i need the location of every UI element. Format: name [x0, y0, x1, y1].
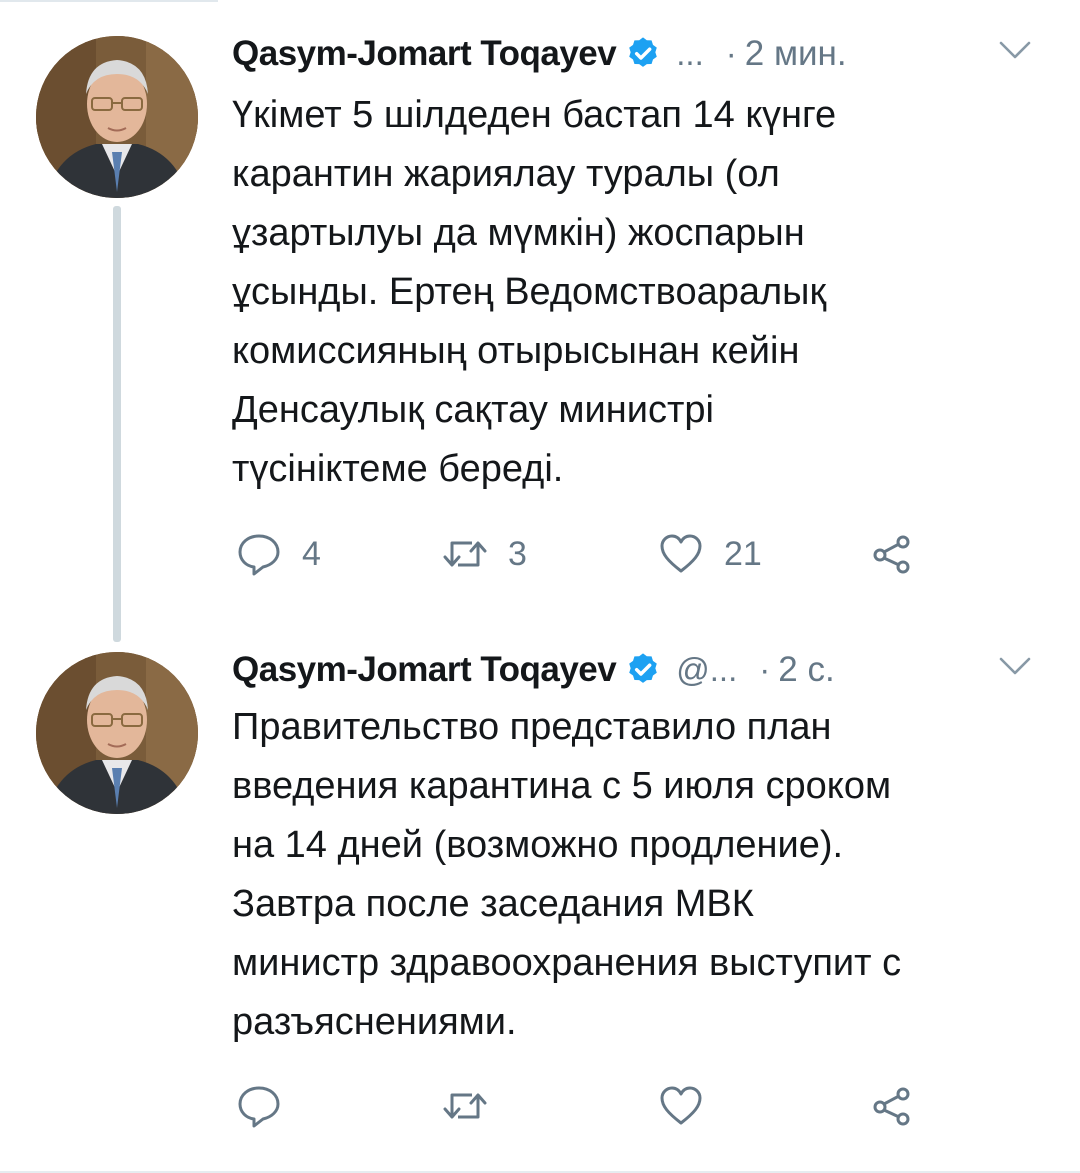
share-button[interactable] — [868, 1076, 914, 1136]
verified-badge-icon — [629, 653, 658, 683]
author-handle[interactable]: ... — [676, 35, 704, 73]
timestamp[interactable]: 2 с. — [778, 650, 834, 690]
reply-icon — [238, 1086, 280, 1128]
retweet-button[interactable] — [442, 1076, 508, 1136]
tweet[interactable]: Qasym-Jomart Toqayev ... · 2 мин. Үкімет… — [0, 0, 1080, 640]
reply-count: 4 — [302, 534, 321, 573]
share-icon — [873, 535, 910, 574]
retweet-button[interactable]: 3 — [442, 524, 527, 584]
tweet-text: Правительство представило план введения … — [232, 706, 902, 1043]
chevron-down-icon[interactable] — [998, 654, 1032, 678]
tweet-header: Qasym-Jomart Toqayev @... · 2 с. — [232, 650, 1052, 690]
author-name[interactable]: Qasym-Jomart Toqayev — [232, 650, 617, 690]
separator-dot: · — [725, 35, 737, 72]
retweet-count: 3 — [508, 534, 527, 573]
tweet-actions: 4 3 21 — [232, 524, 1032, 584]
reply-icon — [238, 534, 280, 576]
reply-button[interactable] — [236, 1076, 302, 1136]
timestamp[interactable]: 2 мин. — [745, 34, 847, 74]
separator-dot: · — [759, 651, 771, 688]
author-handle[interactable]: @... — [676, 651, 737, 689]
reply-button[interactable]: 4 — [236, 524, 321, 584]
tweet-text: Үкімет 5 шілдеден бастап 14 күнге карант… — [232, 94, 837, 490]
heart-icon — [660, 1086, 702, 1125]
author-name[interactable]: Qasym-Jomart Toqayev — [232, 34, 617, 74]
share-icon — [873, 1087, 910, 1126]
avatar[interactable] — [36, 652, 198, 814]
verified-badge-icon — [629, 37, 658, 67]
heart-icon — [660, 534, 702, 573]
retweet-icon — [443, 1093, 487, 1119]
avatar[interactable] — [36, 36, 198, 198]
tweet-header: Qasym-Jomart Toqayev ... · 2 мин. — [232, 34, 1052, 74]
like-count: 21 — [724, 534, 762, 573]
tweet-actions — [232, 1076, 1032, 1136]
like-button[interactable] — [658, 1076, 724, 1136]
chevron-down-icon[interactable] — [998, 38, 1032, 62]
retweet-icon — [443, 541, 487, 567]
share-button[interactable] — [868, 524, 914, 584]
tweet[interactable]: Qasym-Jomart Toqayev @... · 2 с. Правите… — [0, 640, 1080, 1171]
like-button[interactable]: 21 — [658, 524, 762, 584]
